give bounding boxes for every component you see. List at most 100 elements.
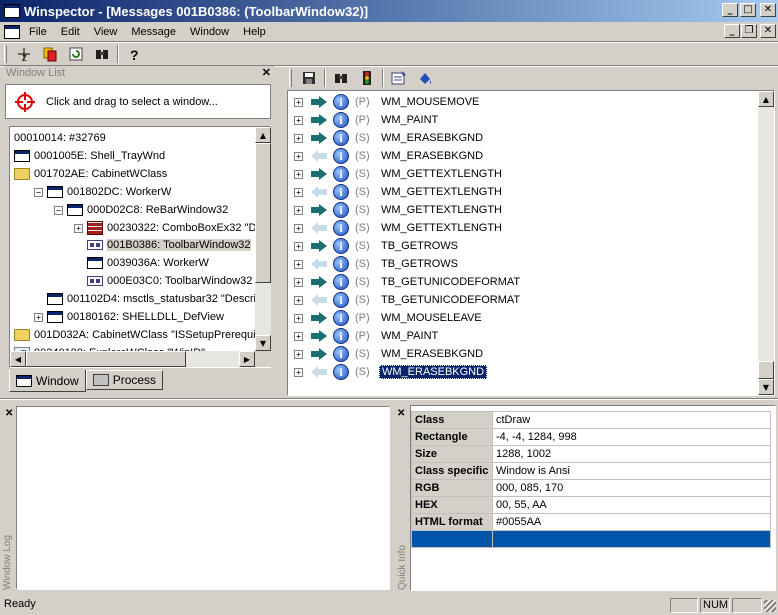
menu-view[interactable]: View — [87, 26, 125, 38]
expand-icon[interactable]: + — [294, 205, 303, 215]
scroll-thumb[interactable] — [255, 143, 271, 283]
tree-item[interactable]: 001702AE: CabinetWClass — [14, 165, 167, 183]
menu-message[interactable]: Message — [124, 26, 183, 38]
scroll-down-button[interactable]: ▼ — [758, 379, 774, 395]
expand-icon[interactable]: + — [294, 187, 303, 197]
expand-icon[interactable]: + — [294, 259, 303, 269]
collapse-icon[interactable]: − — [54, 205, 63, 215]
tree-horizontal-scrollbar[interactable]: ◀ ▶ — [10, 351, 255, 367]
scroll-thumb-horizontal[interactable] — [26, 351, 186, 367]
message-row[interactable]: + i (S) WM_ERASEBKGND — [288, 147, 485, 165]
quick-info-value[interactable]: -4, -4, 1284, 998 — [492, 428, 771, 446]
quick-info-value[interactable]: ctDraw — [492, 411, 771, 429]
quick-info-value[interactable]: Window is Ansi — [492, 462, 771, 480]
messages-toolbar-grip[interactable] — [289, 69, 292, 87]
tree-item[interactable]: − 000D02C8: ReBarWindow32 — [54, 201, 228, 219]
menu-window[interactable]: Window — [183, 26, 236, 38]
tree-item[interactable]: +00180162: SHELLDLL_DefView — [34, 308, 224, 326]
vertical-splitter[interactable] — [279, 66, 285, 398]
toolbar-grip[interactable] — [4, 45, 7, 63]
find-message-icon[interactable] — [330, 68, 352, 88]
close-icon[interactable]: ✕ — [397, 408, 405, 419]
resize-grip[interactable] — [764, 599, 776, 612]
message-row[interactable]: + i (S) WM_GETTEXTLENGTH — [288, 183, 504, 201]
expand-icon[interactable]: + — [294, 349, 303, 359]
expand-icon[interactable]: + — [294, 97, 303, 107]
tree-item[interactable]: 0039036A: WorkerW — [74, 254, 209, 272]
refresh-icon[interactable] — [65, 44, 87, 64]
close-icon[interactable]: ✕ — [262, 66, 271, 81]
close-button[interactable]: ✕ — [760, 3, 776, 17]
message-row[interactable]: + i (S) WM_GETTEXTLENGTH — [288, 165, 504, 183]
expand-icon[interactable]: + — [34, 312, 43, 322]
expand-icon[interactable]: + — [294, 151, 303, 161]
scroll-right-button[interactable]: ▶ — [239, 351, 255, 367]
tree-item[interactable]: 001102D4: msctls_statusbar32 "Descripti — [34, 290, 268, 308]
message-row[interactable]: + i (S) TB_GETROWS — [288, 255, 460, 273]
menu-file[interactable]: File — [22, 26, 54, 38]
crosshair-icon[interactable] — [14, 91, 36, 113]
tree-item[interactable]: 001D032A: CabinetWClass "ISSetupPrerequi… — [14, 326, 261, 344]
collapse-icon[interactable]: − — [34, 187, 43, 197]
window-log-area[interactable] — [16, 406, 390, 590]
message-list[interactable]: + i (P) WM_MOUSEMOVE + i (P) WM_PAINT + i (S) WM_ER… — [287, 90, 775, 396]
close-icon[interactable]: ✕ — [5, 408, 13, 419]
mdi-restore-button[interactable]: ❐ — [741, 24, 757, 38]
quick-info-value[interactable]: 00, 55, AA — [492, 496, 771, 514]
expand-icon[interactable]: + — [294, 169, 303, 179]
mdi-minimize-button[interactable]: _ — [724, 24, 740, 38]
expand-icon[interactable]: + — [294, 277, 303, 287]
expand-icon[interactable]: + — [294, 295, 303, 305]
expand-icon[interactable]: + — [294, 367, 303, 377]
messages-vertical-scrollbar[interactable]: ▲ ▼ — [758, 91, 774, 395]
scroll-up-button[interactable]: ▲ — [255, 127, 271, 143]
quick-info-value[interactable]: 000, 085, 170 — [492, 479, 771, 497]
menu-help[interactable]: Help — [236, 26, 273, 38]
app-icon[interactable] — [4, 4, 20, 18]
properties-icon[interactable] — [388, 68, 410, 88]
maximize-button[interactable]: □ — [740, 3, 756, 17]
fill-icon[interactable] — [414, 68, 436, 88]
tree-item[interactable]: +00230322: ComboBoxEx32 "D:\C — [74, 219, 270, 237]
expand-icon[interactable]: + — [294, 241, 303, 251]
message-row[interactable]: + i (S) WM_GETTEXTLENGTH — [288, 219, 504, 237]
message-row[interactable]: + i (S) WM_GETTEXTLENGTH — [288, 201, 504, 219]
quick-info-value[interactable]: 1288, 1002 — [492, 445, 771, 463]
tree-item[interactable]: 00010014: #32769 — [14, 129, 106, 147]
quick-info-value[interactable]: #0055AA — [492, 513, 771, 531]
document-icon[interactable] — [4, 24, 20, 39]
help-icon[interactable]: ? — [123, 44, 145, 64]
message-row[interactable]: + i (S) WM_ERASEBKGND — [288, 345, 485, 363]
tree-vertical-scrollbar[interactable]: ▲ ▼ — [255, 127, 271, 351]
menu-edit[interactable]: Edit — [54, 26, 87, 38]
tree-item[interactable]: − 001802DC: WorkerW — [34, 183, 171, 201]
tree-item[interactable]: 0001005E: Shell_TrayWnd — [14, 147, 165, 165]
expand-icon[interactable]: + — [294, 133, 303, 143]
expand-icon[interactable]: + — [294, 115, 303, 125]
message-row[interactable]: + i (P) WM_MOUSEMOVE — [288, 93, 481, 111]
tree-item[interactable]: 001B0386: ToolbarWindow32 — [74, 236, 251, 254]
minimize-button[interactable]: _ — [722, 3, 738, 17]
tab-process[interactable]: Process — [85, 370, 164, 390]
sort-icon[interactable]: Z — [13, 44, 35, 64]
message-row[interactable]: + i (P) WM_MOUSELEAVE — [288, 309, 484, 327]
tab-window[interactable]: Window — [9, 370, 86, 392]
expand-icon[interactable]: + — [294, 331, 303, 341]
expand-icon[interactable]: + — [294, 223, 303, 233]
mdi-close-button[interactable]: ✕ — [760, 24, 776, 38]
scroll-left-button[interactable]: ◀ — [10, 351, 26, 367]
window-tree[interactable]: 00010014: #32769 0001005E: Shell_TrayWnd 0… — [9, 126, 271, 368]
message-row[interactable]: + i (S) TB_GETUNICODEFORMAT — [288, 291, 522, 309]
expand-icon[interactable]: + — [74, 223, 83, 233]
message-row[interactable]: + i (S) TB_GETUNICODEFORMAT — [288, 273, 522, 291]
scroll-down-button[interactable]: ▼ — [255, 335, 271, 351]
expand-icon[interactable]: + — [294, 313, 303, 323]
save-icon[interactable] — [298, 68, 320, 88]
scroll-up-button[interactable]: ▲ — [758, 91, 774, 107]
copy-icon[interactable] — [39, 44, 61, 64]
tree-item[interactable]: 000E03C0: ToolbarWindow32 — [74, 272, 252, 290]
binoculars-icon[interactable] — [91, 44, 113, 64]
message-row[interactable]: + i (P) WM_PAINT — [288, 111, 440, 129]
traffic-light-icon[interactable] — [356, 68, 378, 88]
horizontal-splitter[interactable] — [0, 398, 778, 400]
